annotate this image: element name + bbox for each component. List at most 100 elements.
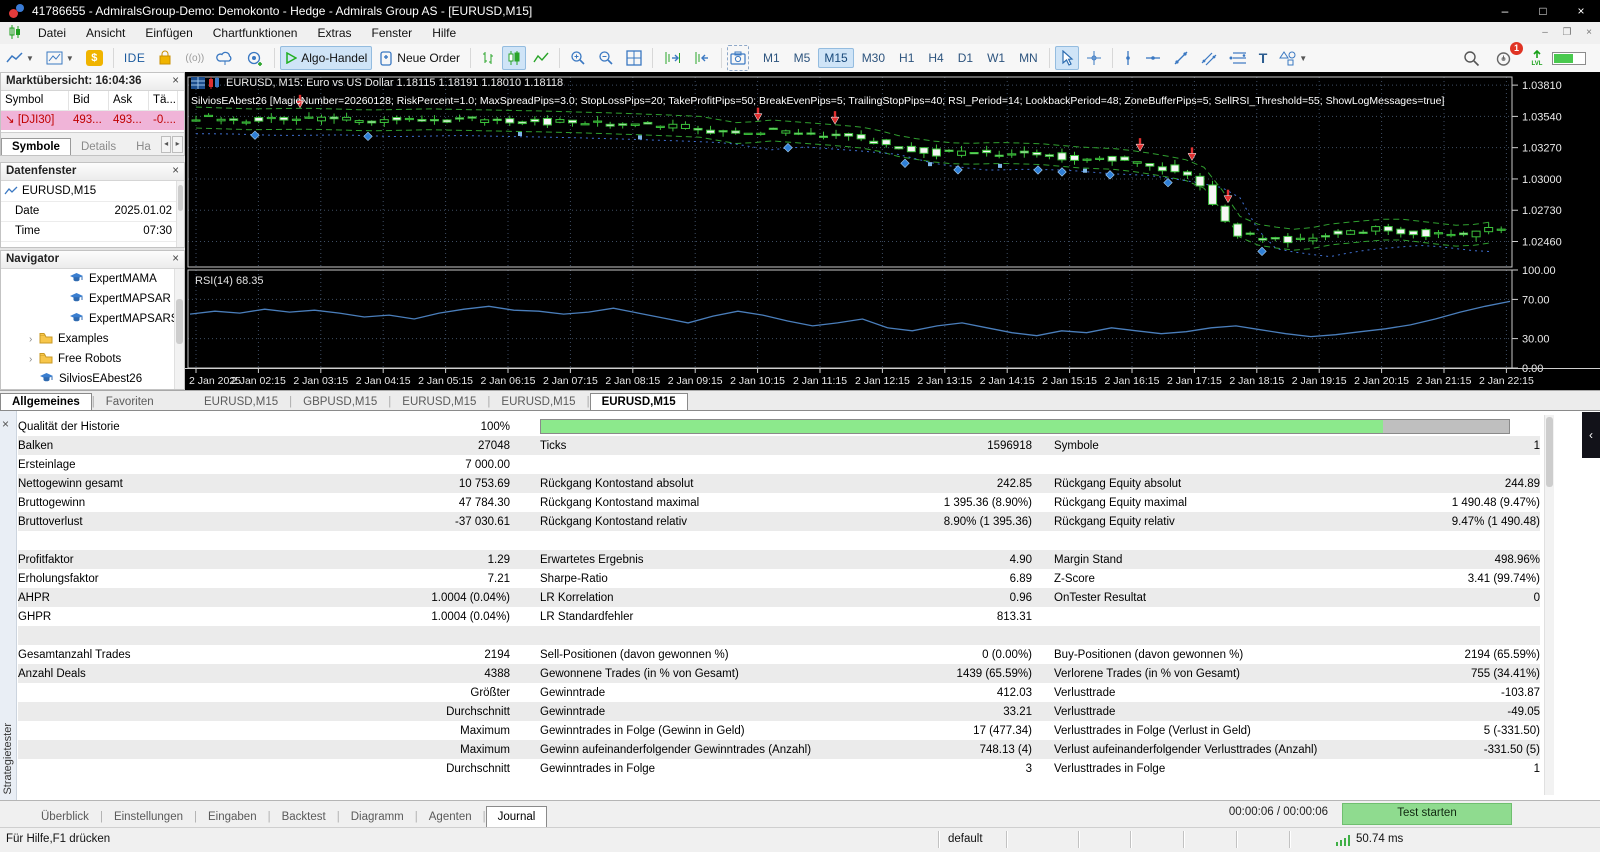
navigator-close-icon[interactable]: × xyxy=(172,253,179,266)
data-window-scrollbar[interactable] xyxy=(178,185,183,211)
chart-tab-3-eurusd-m15[interactable]: EURUSD,M15 xyxy=(490,394,586,410)
community-button[interactable] xyxy=(211,46,239,70)
minimize-button[interactable]: – xyxy=(1486,0,1524,22)
timeframe-h4[interactable]: H4 xyxy=(922,48,949,68)
navigator-tab-favoriten[interactable]: Favoriten xyxy=(95,394,165,410)
navigator-scrollbar[interactable] xyxy=(176,299,183,344)
navigator-item-examples[interactable]: › Examples xyxy=(1,329,184,349)
chart-tab-2-eurusd-m15[interactable]: EURUSD,M15 xyxy=(391,394,487,410)
timeframe-m5[interactable]: M5 xyxy=(788,48,817,68)
timeframe-h1[interactable]: H1 xyxy=(893,48,920,68)
signals-button[interactable] xyxy=(241,46,269,70)
fibonacci-tool-button[interactable] xyxy=(1224,46,1252,70)
cursor-tool-button[interactable] xyxy=(1054,46,1079,70)
panel-collapse-button[interactable]: ‹ xyxy=(1582,412,1600,458)
market-button[interactable] xyxy=(152,46,178,70)
shapes-tool-button[interactable]: ▼ xyxy=(1274,46,1312,70)
sell-marker-arrow xyxy=(1223,195,1233,204)
menu-item-fenster[interactable]: Fenster xyxy=(362,23,423,44)
tester-close-icon[interactable]: × xyxy=(2,418,9,430)
trendline-tool-button[interactable] xyxy=(1168,46,1194,70)
tester-scrollbar[interactable] xyxy=(1544,415,1554,795)
chevron-right-icon[interactable]: › xyxy=(29,354,39,365)
channel-tool-button[interactable] xyxy=(1196,46,1222,70)
profiles-button[interactable]: ▼ xyxy=(41,46,79,70)
navigator-item-expertmapsars[interactable]: ExpertMAPSARS xyxy=(1,309,184,329)
status-profile[interactable]: default xyxy=(948,833,983,845)
timeframe-m1[interactable]: M1 xyxy=(757,48,786,68)
data-window-close-icon[interactable]: × xyxy=(172,165,179,178)
stat-label: Margin Stand xyxy=(1054,553,1123,566)
market-watch-tab-details[interactable]: Details xyxy=(71,139,126,155)
mdi-close-button[interactable]: × xyxy=(1578,23,1600,43)
maximize-button[interactable]: □ xyxy=(1524,0,1562,22)
notifications-button[interactable]: 1 xyxy=(1490,42,1523,70)
candle-chart-mode-button[interactable] xyxy=(502,46,526,70)
tester-tab-backtest[interactable]: Backtest xyxy=(271,807,337,827)
candle-body xyxy=(944,149,954,152)
candle-body xyxy=(404,117,414,121)
auto-scroll-button[interactable] xyxy=(658,46,686,70)
menu-item-chartfunktionen[interactable]: Chartfunktionen xyxy=(203,23,308,44)
tester-tab-eingaben[interactable]: Eingaben xyxy=(197,807,268,827)
chevron-right-icon[interactable]: › xyxy=(29,334,39,345)
navigator-tab-allgemeines[interactable]: Allgemeines xyxy=(0,393,92,410)
screenshot-button[interactable] xyxy=(727,45,749,71)
navigator-item-silvioseabest26[interactable]: SilviosEAbest26 xyxy=(1,369,184,389)
menu-item-datei[interactable]: Datei xyxy=(28,23,76,44)
candle-body xyxy=(1195,175,1205,187)
timeframe-mn[interactable]: MN xyxy=(1013,48,1044,68)
hline-tool-button[interactable] xyxy=(1140,46,1166,70)
timeframe-m30[interactable]: M30 xyxy=(856,48,891,68)
market-watch-tab-symbole[interactable]: Symbole xyxy=(1,138,71,155)
tester-tab-journal[interactable]: Journal xyxy=(485,806,548,827)
timeframe-d1[interactable]: D1 xyxy=(952,48,979,68)
mdi-minimize-button[interactable]: – xyxy=(1534,23,1556,43)
algo-trading-button[interactable]: Algo-Handel xyxy=(280,46,373,70)
timeframe-m15[interactable]: M15 xyxy=(818,48,854,68)
menu-item-einf-gen[interactable]: Einfügen xyxy=(135,23,202,44)
navigator-item-expertmapsar[interactable]: ExpertMAPSAR xyxy=(1,289,184,309)
crosshair-tool-button[interactable] xyxy=(1081,46,1107,70)
ide-button[interactable]: IDE xyxy=(119,46,151,70)
chart-area[interactable]: 1.03810 1.03540 1.03270 1.03000 1.02730 1.024… xyxy=(185,72,1600,390)
chart-tab-4-eurusd-m15[interactable]: EURUSD,M15 xyxy=(589,393,688,410)
zoom-in-button[interactable] xyxy=(565,46,591,70)
tester-tab-diagramm[interactable]: Diagramm xyxy=(340,807,415,827)
chart-type-button[interactable]: ▼ xyxy=(1,46,39,70)
tester-tab-berblick[interactable]: Überblick xyxy=(30,807,100,827)
scroll-left-icon[interactable]: ◂ xyxy=(160,136,172,153)
tile-windows-button[interactable] xyxy=(621,46,647,70)
menu-item-extras[interactable]: Extras xyxy=(307,23,361,44)
zoom-out-button[interactable] xyxy=(593,46,619,70)
payments-button[interactable]: $ xyxy=(81,46,108,70)
scroll-right-icon[interactable]: ▸ xyxy=(172,136,183,153)
navigator-item-expertmama[interactable]: ExpertMAMA xyxy=(1,269,184,289)
mdi-restore-button[interactable]: ❐ xyxy=(1556,23,1578,43)
market-watch-row-dji30[interactable]: ↘ [DJI30] 493... 493... -0.... xyxy=(1,111,184,130)
market-watch-close-icon[interactable]: × xyxy=(172,75,179,88)
chart-tab-0-eurusd-m15[interactable]: EURUSD,M15 xyxy=(193,394,289,410)
vertical-line-icon xyxy=(1125,51,1130,65)
bar-chart-mode-button[interactable] xyxy=(476,46,500,70)
tester-tab-einstellungen[interactable]: Einstellungen xyxy=(103,807,194,827)
menu-item-hilfe[interactable]: Hilfe xyxy=(422,23,466,44)
candle-body xyxy=(1258,237,1268,241)
timeframe-w1[interactable]: W1 xyxy=(981,48,1011,68)
search-button[interactable] xyxy=(1458,46,1485,70)
chart-tab-1-gbpusd-m15[interactable]: GBPUSD,M15 xyxy=(292,394,388,410)
market-watch-tab-ha[interactable]: Ha xyxy=(126,139,161,155)
menu-item-ansicht[interactable]: Ansicht xyxy=(76,23,135,44)
navigator-item-free-robots[interactable]: › Free Robots xyxy=(1,349,184,369)
vline-tool-button[interactable] xyxy=(1118,46,1138,70)
broadcast-button[interactable]: ((o)) xyxy=(180,46,209,70)
close-button[interactable]: × xyxy=(1562,0,1600,22)
line-chart-mode-button[interactable] xyxy=(528,46,554,70)
tester-tab-agenten[interactable]: Agenten xyxy=(418,807,483,827)
chart-shift-button[interactable] xyxy=(688,46,716,70)
lvl-button[interactable]: LVL xyxy=(1526,46,1548,70)
start-test-button[interactable]: Test starten xyxy=(1342,803,1512,825)
new-order-button[interactable]: Neue Order xyxy=(374,46,465,70)
text-tool-button[interactable]: T xyxy=(1254,46,1273,70)
candle-body xyxy=(1283,235,1293,244)
